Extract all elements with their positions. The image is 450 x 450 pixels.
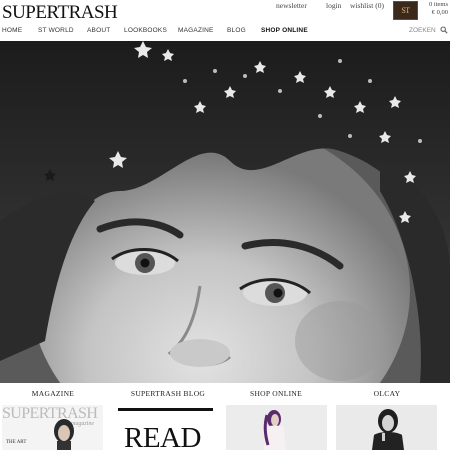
login-link[interactable]: login xyxy=(326,1,350,10)
blog-thumb-bar xyxy=(118,408,213,411)
top-links: newsletter login wishlist (0) xyxy=(276,1,384,10)
nav-home[interactable]: HOME xyxy=(2,27,22,34)
blog-thumbnail[interactable]: READ xyxy=(118,405,219,450)
cart-total: € 0,00 xyxy=(431,9,448,16)
nav-about[interactable]: ABOUT xyxy=(87,27,110,34)
main-nav: HOME ST WORLD ABOUT LOOKBOOKS MAGAZINE B… xyxy=(0,27,450,39)
nav-magazine[interactable]: MAGAZINE xyxy=(178,27,214,34)
blog-thumb-text: READ xyxy=(124,422,201,450)
hero-image[interactable] xyxy=(0,41,450,383)
section-title-magazine[interactable]: MAGAZINE xyxy=(0,389,108,398)
section-title-shop[interactable]: SHOP ONLINE xyxy=(221,389,331,398)
olcay-thumb-figure xyxy=(336,405,437,450)
magazine-cover-figure xyxy=(54,419,74,450)
cart-badge-icon[interactable]: ST xyxy=(393,1,418,20)
cart-items-count: 0 items xyxy=(429,1,448,8)
search-icon[interactable] xyxy=(440,26,448,34)
site-logo[interactable]: SUPERTRASH xyxy=(2,2,118,24)
search-label[interactable]: ZOEKEN xyxy=(409,27,436,34)
nav-st-world[interactable]: ST WORLD xyxy=(38,27,74,34)
wishlist-link[interactable]: wishlist (0) xyxy=(350,1,384,10)
cart-summary[interactable]: 0 items € 0,00 xyxy=(424,1,448,17)
nav-blog[interactable]: BLOG xyxy=(227,27,246,34)
newsletter-link[interactable]: newsletter xyxy=(276,1,314,10)
magazine-thumbnail[interactable]: SUPERTRASH magazine THE ART xyxy=(2,405,103,450)
section-title-olcay[interactable]: OLCAY xyxy=(332,389,442,398)
nav-lookbooks[interactable]: LOOKBOOKS xyxy=(124,27,167,34)
hero-portrait xyxy=(0,41,450,383)
olcay-thumbnail[interactable] xyxy=(336,405,437,450)
nav-shop-online[interactable]: SHOP ONLINE xyxy=(261,27,308,34)
shop-thumb-figure xyxy=(226,405,327,450)
shop-thumbnail[interactable] xyxy=(226,405,327,450)
section-title-blog[interactable]: SUPERTRASH BLOG xyxy=(113,389,223,398)
magazine-thumb-text: THE ART xyxy=(6,440,27,445)
